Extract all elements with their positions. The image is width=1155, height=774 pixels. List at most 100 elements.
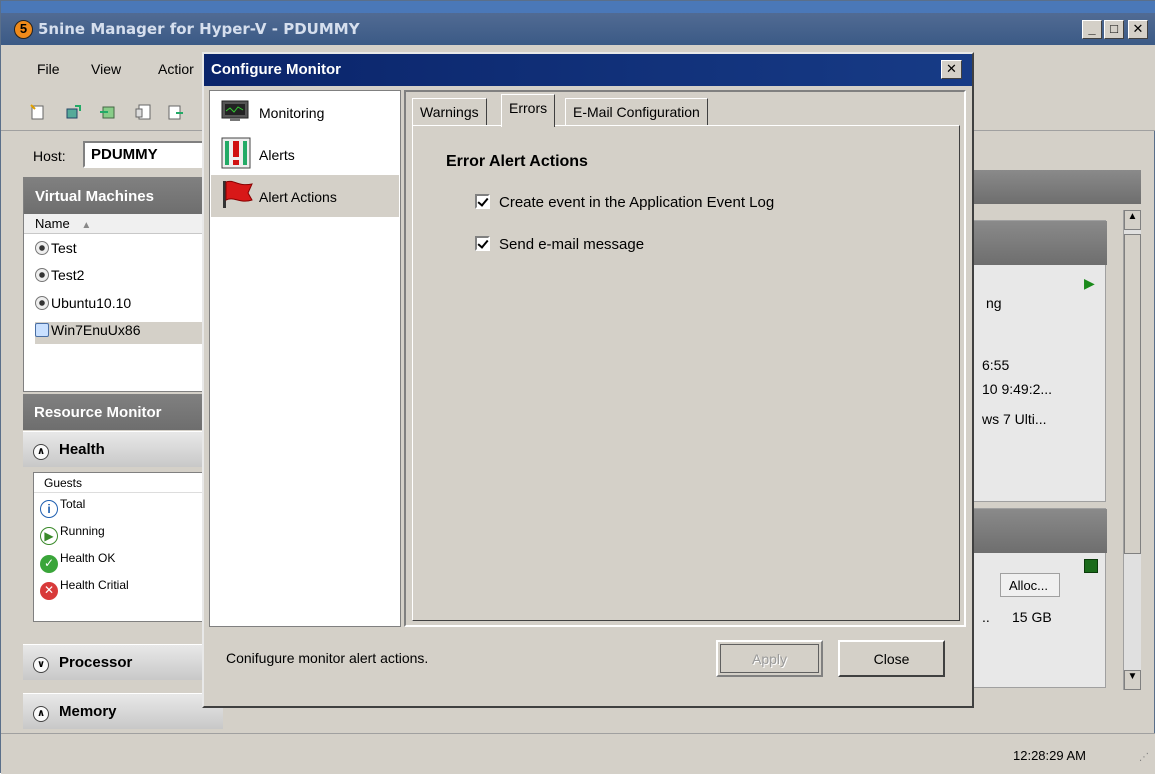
alloc-value: 15 GB <box>1012 609 1052 625</box>
app-logo-icon: 5 <box>14 20 33 39</box>
processor-section-header[interactable]: ∨ Processor <box>23 644 223 680</box>
panel-heading: Error Alert Actions <box>446 153 588 170</box>
vm-row-win7[interactable]: Win7EnuUx86 <box>35 322 215 344</box>
scroll-thumb[interactable] <box>1124 234 1141 554</box>
send-email-checkbox[interactable] <box>475 236 490 251</box>
dialog-status-text: Conifugure monitor alert actions. <box>226 650 429 666</box>
vm-name: Ubuntu10.10 <box>51 295 132 311</box>
errors-tab-panel: Error Alert Actions Create event in the … <box>412 125 960 621</box>
resource-monitor-panel: Resource Monitor ∧ Health Guests i Total ▶… <box>23 394 223 734</box>
minimize-button[interactable]: _ <box>1082 20 1102 39</box>
export-icon[interactable] <box>167 103 185 121</box>
close-window-button[interactable]: ✕ <box>1128 20 1148 39</box>
dialog-close-icon[interactable]: ✕ <box>941 60 962 79</box>
maximize-button[interactable]: □ <box>1104 20 1124 39</box>
chevron-up-icon: ∧ <box>33 706 49 722</box>
red-flag-icon <box>223 180 253 208</box>
window-title: 5nine Manager for Hyper-V - PDUMMY <box>38 20 360 38</box>
option-send-email[interactable]: Send e-mail message <box>475 236 644 253</box>
nav-label: Monitoring <box>259 105 325 121</box>
status-bar: 12:28:29 AM ⋰ <box>1 733 1155 774</box>
menu-view[interactable]: View <box>91 61 121 77</box>
virtual-machines-panel: Virtual Machines Name ▲ Test Test2 Ubunt… <box>23 177 224 392</box>
main-title-bar[interactable]: 5 5nine Manager for Hyper-V - PDUMMY _ □… <box>1 13 1155 45</box>
time-fragment: 6:55 <box>982 357 1010 373</box>
vm-row-test[interactable]: Test <box>35 240 77 262</box>
menu-action[interactable]: Actior <box>158 61 194 77</box>
close-button[interactable]: Close <box>838 640 945 677</box>
check-circle-icon: ✓ <box>40 555 58 573</box>
name-column-header[interactable]: Name ▲ <box>24 214 224 234</box>
nav-item-alert-actions[interactable]: Alert Actions <box>211 175 399 217</box>
settings-nav-list: Monitoring Alerts Alert Actions <box>209 90 401 627</box>
event-log-checkbox[interactable] <box>475 194 490 209</box>
nav-item-alerts[interactable]: Alerts <box>211 133 399 175</box>
info-icon: i <box>40 500 58 518</box>
new-vm-icon[interactable] <box>29 103 47 121</box>
sort-ascending-icon: ▲ <box>81 220 92 231</box>
guests-header: Guests <box>34 473 222 493</box>
vm-running-icon <box>35 323 49 337</box>
tab-errors[interactable]: Errors <box>501 94 556 127</box>
host-row: Host: PDUMMY <box>21 138 223 170</box>
resize-grip-icon[interactable]: ⋰ <box>1139 752 1149 763</box>
vm-off-icon <box>35 241 49 255</box>
scroll-up-arrow-icon[interactable]: ▲ <box>1124 210 1141 230</box>
status-clock: 12:28:29 AM <box>1013 748 1086 763</box>
health-label: Health <box>59 441 105 458</box>
vm-off-icon <box>35 268 49 282</box>
option-label: Send e-mail message <box>499 236 645 253</box>
alert-exclamation-icon <box>221 137 251 169</box>
connect-icon[interactable] <box>65 103 83 121</box>
guest-row-running[interactable]: ▶ Running <box>40 524 105 550</box>
nav-label: Alert Actions <box>259 189 337 205</box>
tab-container: Warnings Errors E-Mail Configuration Err… <box>404 90 966 627</box>
guest-label: Total <box>60 497 86 511</box>
monitor-icon <box>221 100 249 121</box>
option-create-event[interactable]: Create event in the Application Event Lo… <box>475 194 774 211</box>
memory-label: Memory <box>59 703 117 720</box>
guest-row-health-ok[interactable]: ✓ Health OK <box>40 551 115 577</box>
import-icon[interactable] <box>99 103 117 121</box>
processor-label: Processor <box>59 654 133 671</box>
vm-name: Test2 <box>51 267 85 283</box>
tab-warnings[interactable]: Warnings <box>412 98 487 126</box>
memory-section-header[interactable]: ∧ Memory <box>23 693 223 729</box>
memory-chip-icon <box>1084 559 1098 573</box>
vm-off-icon <box>35 296 49 310</box>
dialog-title: Configure Monitor <box>211 61 341 78</box>
vm-row-test2[interactable]: Test2 <box>35 267 84 289</box>
desktop-edge <box>1 1 1155 13</box>
chevron-down-icon: ∨ <box>33 657 49 673</box>
menu-file[interactable]: File <box>37 61 60 77</box>
resource-monitor-header: Resource Monitor <box>23 394 223 430</box>
nav-item-monitoring[interactable]: Monitoring <box>211 91 399 133</box>
guest-label: Health Critial <box>60 578 129 592</box>
vm-row-ubuntu[interactable]: Ubuntu10.10 <box>35 295 131 317</box>
apply-button[interactable]: Apply <box>716 640 823 677</box>
guest-row-total[interactable]: i Total <box>40 497 85 523</box>
health-section-header[interactable]: ∧ Health <box>23 431 223 467</box>
guest-row-health-critical[interactable]: ✕ Health Critial <box>40 578 129 604</box>
virtual-machines-header: Virtual Machines <box>24 178 224 214</box>
properties-icon[interactable] <box>135 103 153 121</box>
guest-label: Running <box>60 524 105 538</box>
host-label: Host: <box>33 148 66 164</box>
error-circle-icon: ✕ <box>40 582 58 600</box>
configure-monitor-dialog: Configure Monitor ✕ Monitoring Alerts Al… <box>202 52 974 708</box>
tab-email-configuration[interactable]: E-Mail Configuration <box>565 98 708 126</box>
vertical-scrollbar[interactable]: ▲ ▼ <box>1123 210 1141 690</box>
dialog-title-bar[interactable]: Configure Monitor <box>204 54 972 86</box>
scroll-down-arrow-icon[interactable]: ▼ <box>1124 670 1141 690</box>
chevron-up-icon: ∧ <box>33 444 49 460</box>
vm-name: Test <box>51 240 77 256</box>
play-icon: ▶ <box>40 527 58 545</box>
os-fragment: ws 7 Ulti... <box>982 411 1047 427</box>
name-column-label: Name <box>35 216 70 231</box>
state-fragment: ng <box>986 295 1002 311</box>
date-fragment: 10 9:49:2... <box>982 381 1053 397</box>
option-label: Create event in the Application Event Lo… <box>499 194 775 211</box>
alloc-column-header[interactable]: Alloc... <box>1000 573 1060 597</box>
alloc-dots: .. <box>982 609 990 625</box>
vm-running-icon: ▶ <box>1084 275 1095 291</box>
